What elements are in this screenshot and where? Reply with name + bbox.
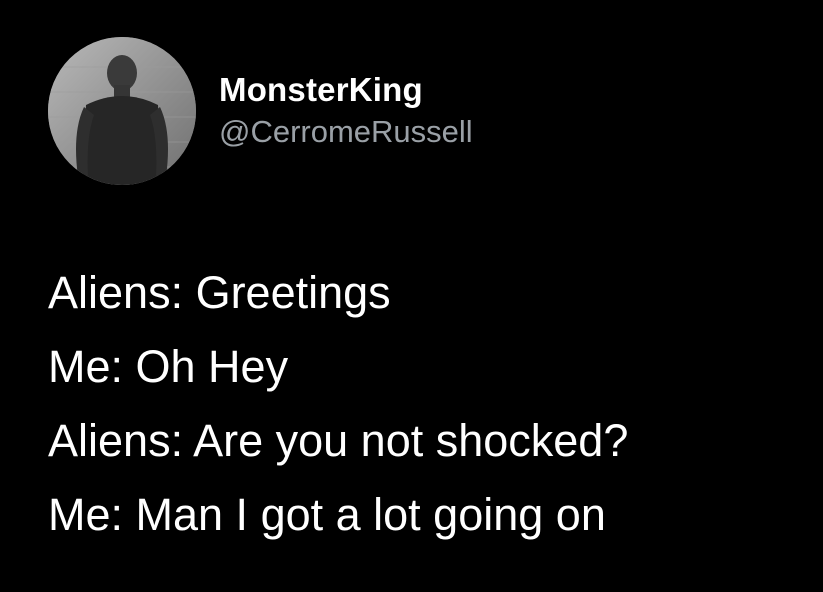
tweet-line: Aliens: Greetings (48, 267, 391, 318)
avatar-photo (48, 37, 196, 185)
tweet-line: Me: Oh Hey (48, 341, 289, 392)
display-name[interactable]: MonsterKing (219, 70, 473, 110)
tweet-line: Me: Man I got a lot going on (48, 489, 606, 540)
author-names: MonsterKing @CerromeRussell (219, 70, 473, 152)
avatar[interactable] (48, 37, 196, 185)
tweet-header: MonsterKing @CerromeRussell (48, 37, 473, 185)
tweet-line: Aliens: Are you not shocked? (48, 415, 629, 466)
user-handle[interactable]: @CerromeRussell (219, 112, 473, 152)
tweet-card: MonsterKing @CerromeRussell Aliens: Gree… (0, 0, 823, 592)
tweet-body: Aliens: Greetings Me: Oh Hey Aliens: Are… (48, 256, 808, 552)
